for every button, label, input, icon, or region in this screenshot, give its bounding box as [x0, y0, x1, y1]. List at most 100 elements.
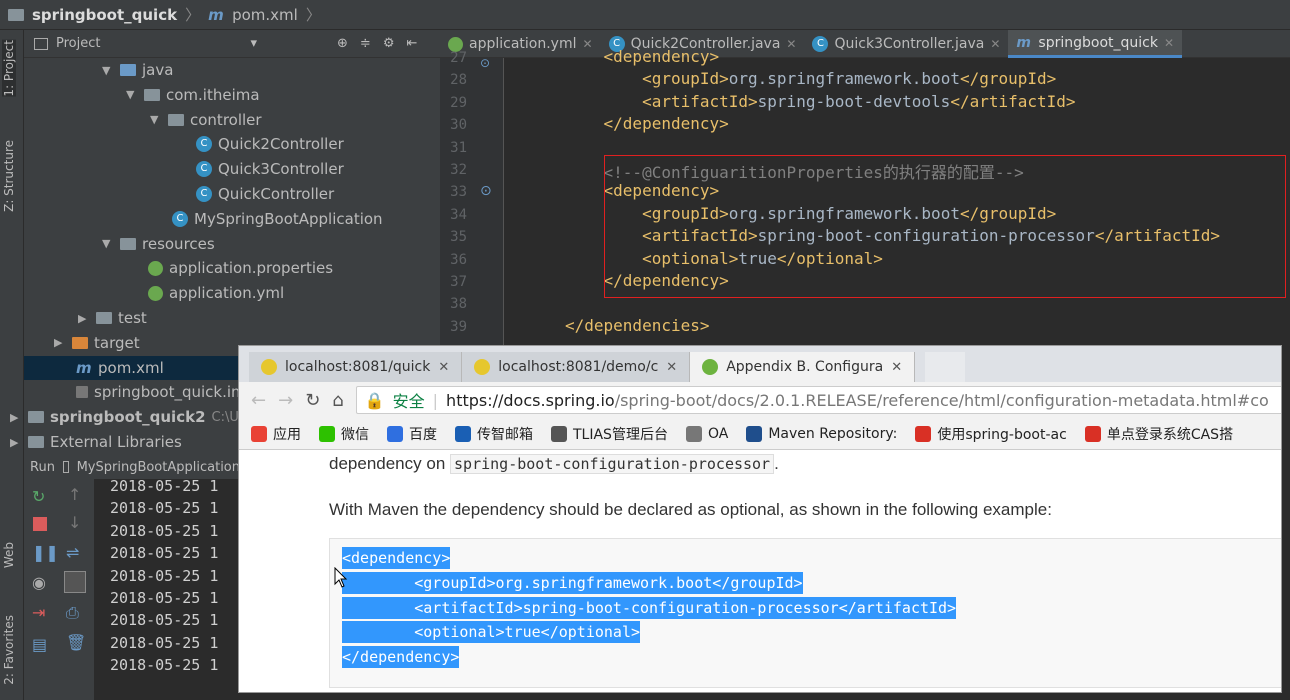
new-tab-button[interactable] [925, 352, 966, 382]
close-icon[interactable]: ✕ [666, 360, 677, 375]
bookmark-icon [915, 425, 932, 442]
class-icon: C [172, 210, 188, 227]
collapse-icon[interactable]: ≑ [360, 36, 371, 51]
folder-icon [28, 411, 44, 424]
web-tool-tab[interactable]: Web [2, 542, 16, 568]
tree-item[interactable]: springboot_quick.iml [76, 380, 250, 404]
secure-label: 安全 [392, 392, 425, 411]
back-icon[interactable]: ← [251, 390, 266, 411]
code-line: <groupId>org.springframework.boot</group… [642, 69, 1057, 89]
url-path: /spring-boot/docs/2.0.1.RELEASE/referenc… [614, 390, 1269, 410]
bookmarks-bar: 应用 微信 百度 传智邮箱 TLIAS管理后台 OA Maven Repository: 使用… [239, 418, 1281, 450]
bookmark-item[interactable]: TLIAS管理后台 [551, 424, 668, 444]
bookmark-item[interactable]: Maven Repository: [746, 425, 897, 442]
tab-springboot-quick[interactable]: m springboot_quick ✕ [1008, 30, 1183, 58]
arrow-up-icon[interactable]: ↑ [68, 485, 81, 504]
close-icon[interactable]: ✕ [891, 360, 902, 375]
tab-quick3controller[interactable]: C Quick3Controller.java ✕ [804, 30, 1008, 58]
chevron-down-icon[interactable]: ▾ [250, 36, 257, 51]
bookmark-item[interactable]: 微信 [319, 424, 369, 444]
tree-item-label: java [142, 61, 174, 79]
target-icon[interactable]: ⊕ [337, 36, 348, 51]
camera-icon[interactable]: ◉ [32, 573, 46, 592]
collapsed-arrow-icon[interactable]: ▶ [10, 436, 22, 449]
stop-icon[interactable] [33, 517, 47, 531]
close-icon[interactable]: ✕ [438, 360, 449, 375]
expanded-arrow-icon[interactable]: ▼ [126, 88, 138, 101]
console-line: 2018-05-25 1 [110, 477, 219, 495]
rerun-icon[interactable]: ↻ [32, 487, 45, 506]
bookmark-icon [685, 425, 702, 442]
layout-icon[interactable]: ▤ [32, 635, 47, 654]
bookmark-item[interactable]: 传智邮箱 [455, 424, 533, 444]
trash-icon[interactable]: 🗑 [66, 633, 86, 652]
structure-tool-tab[interactable]: Z: Structure [2, 140, 16, 212]
tree-item[interactable]: ▶ External Libraries [10, 430, 182, 454]
tree-item[interactable]: ▶ target [54, 331, 140, 355]
tree-item[interactable]: application.properties [148, 256, 333, 280]
bookmark-item[interactable]: 百度 [387, 424, 437, 444]
override-marker-icon[interactable]: ⊙ [480, 56, 490, 70]
tree-item[interactable]: ▼ com.itheima [126, 83, 260, 107]
console-output[interactable]: 2018-05-25 1 2018-05-25 1 2018-05-25 1 2018… [94, 477, 240, 700]
wrap-icon[interactable]: ⇌ [66, 543, 79, 562]
spring-icon [702, 359, 719, 375]
excluded-folder-icon [72, 336, 88, 349]
browser-tab-label: Appendix B. Configura [726, 359, 884, 375]
collapsed-arrow-icon[interactable]: ▶ [10, 411, 22, 424]
project-tool-tab[interactable]: 1: Project [2, 40, 16, 97]
tree-item[interactable]: ▼ java [102, 58, 173, 82]
bookmark-item[interactable]: 应用 [251, 424, 301, 444]
browser-tab-appendix[interactable]: Appendix B. Configura ✕ [690, 352, 916, 382]
bookmark-item[interactable]: OA [685, 425, 728, 442]
exit-icon[interactable]: ⇥ [32, 603, 45, 622]
breadcrumb-file[interactable]: pom.xml [232, 6, 298, 24]
tree-item[interactable]: ▶ test [78, 306, 147, 330]
mouse-cursor-icon [334, 567, 348, 588]
hide-icon[interactable]: ⇤ [406, 36, 417, 51]
scroll-end-icon[interactable] [64, 571, 86, 593]
console-line: 2018-05-25 1 [110, 656, 219, 675]
run-config-name[interactable]: MySpringBootApplication [77, 460, 240, 475]
code-block-line: <dependency> [342, 547, 451, 569]
print-icon[interactable]: ⎙ [66, 603, 79, 623]
bookmark-item[interactable]: 使用spring-boot-ac [915, 424, 1067, 444]
tree-item-label: springboot_quick.iml [94, 383, 250, 402]
expanded-arrow-icon[interactable]: ▼ [102, 237, 114, 250]
gear-icon[interactable]: ⚙ [383, 36, 395, 51]
override-marker-icon[interactable]: ⊙ [480, 183, 492, 199]
forward-icon[interactable]: → [278, 390, 293, 411]
tree-item[interactable]: C MySpringBootApplication [172, 207, 383, 231]
browser-tab-demo[interactable]: localhost:8081/demo/c ✕ [462, 352, 691, 382]
collapsed-arrow-icon[interactable]: ▶ [78, 312, 90, 325]
tree-item-label: application.yml [169, 284, 285, 303]
browser-tab-quick[interactable]: localhost:8081/quick ✕ [249, 352, 463, 382]
close-icon[interactable]: ✕ [990, 37, 1000, 51]
project-panel-title[interactable]: Project [56, 36, 100, 51]
pause-icon[interactable]: ❚❚ [32, 543, 59, 562]
url-input[interactable]: 🔒 安全 | https://docs.spring.io/spring-boo… [355, 386, 1281, 414]
class-icon: C [196, 136, 212, 153]
favorites-tool-tab[interactable]: 2: Favorites [2, 615, 16, 685]
close-icon[interactable]: ✕ [1164, 36, 1174, 50]
tree-item[interactable]: ▼ resources [102, 232, 215, 256]
tree-item[interactable]: C Quick2Controller [196, 132, 344, 156]
close-icon[interactable]: ✕ [786, 37, 796, 51]
tree-item[interactable]: C QuickController [196, 182, 334, 206]
home-icon[interactable]: ⌂ [332, 390, 343, 411]
code-block[interactable]: <dependency> <groupId>org.springframewor… [329, 538, 1281, 688]
run-config-icon [62, 461, 69, 473]
breadcrumb-project[interactable]: springboot_quick [32, 6, 177, 24]
tree-item[interactable]: ▶ springboot_quick2 C:\U [10, 405, 239, 429]
expanded-arrow-icon[interactable]: ▼ [102, 64, 114, 77]
folder-icon [144, 88, 160, 101]
navigation-bar: springboot_quick 〉 m pom.xml 〉 [0, 0, 1290, 30]
tree-item[interactable]: ▼ controller [150, 108, 262, 132]
tree-item[interactable]: C Quick3Controller [196, 157, 344, 181]
expanded-arrow-icon[interactable]: ▼ [150, 113, 162, 126]
bookmark-item[interactable]: 单点登录系统CAS搭 [1084, 424, 1233, 444]
arrow-down-icon[interactable]: ↓ [68, 513, 81, 532]
tree-item[interactable]: application.yml [148, 281, 284, 305]
collapsed-arrow-icon[interactable]: ▶ [54, 336, 66, 349]
reload-icon[interactable]: ↻ [305, 390, 320, 411]
